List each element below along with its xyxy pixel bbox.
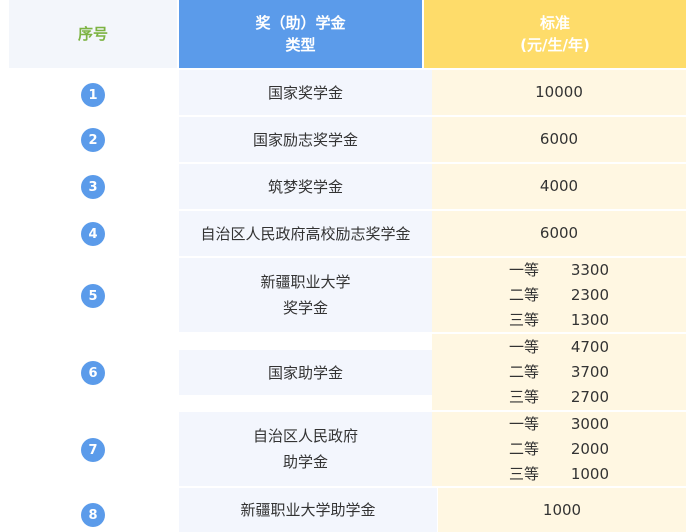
standard-amount: 6000	[539, 224, 579, 242]
row-standard-cell: 一等 3000 二等 2000 三等 1000	[432, 412, 686, 486]
tier-grade: 三等	[509, 387, 540, 406]
row-number-badge: 4	[81, 222, 105, 246]
standard-amount: 4000	[539, 177, 579, 195]
tier-row: 三等 2700	[509, 385, 609, 410]
tier-grade: 三等	[509, 310, 540, 329]
row-standard-cell: 10000	[432, 70, 686, 115]
header-std-line2: (元/生/年)	[520, 36, 590, 54]
row-standard-cell: 一等 3300 二等 2300 三等 1300	[432, 258, 686, 332]
row-number-badge: 6	[81, 361, 105, 385]
row-standard-cell: 6000	[432, 211, 686, 256]
row-type-cell: 自治区人民政府高校励志奖学金	[179, 211, 432, 256]
row-type-cell: 国家助学金	[179, 350, 432, 395]
tier-grade: 二等	[509, 362, 540, 381]
row-type-cell: 新疆职业大学助学金	[179, 488, 437, 532]
row-type-cell: 新疆职业大学 奖学金	[179, 258, 432, 332]
tier-grade: 一等	[509, 337, 540, 356]
tier-row: 二等 2000	[509, 437, 609, 462]
row-number-badge: 7	[81, 438, 105, 462]
tier-grade: 一等	[509, 414, 540, 433]
type-text: 新疆职业大学助学金	[240, 501, 376, 519]
type-text: 国家励志奖学金	[252, 130, 358, 149]
tier-grade: 二等	[509, 439, 540, 458]
tier-row: 二等 2300	[509, 283, 609, 308]
header-serial-number: 序号	[9, 0, 177, 68]
type-text-line1: 自治区人民政府	[252, 427, 358, 445]
row-type-cell: 筑梦奖学金	[179, 164, 432, 209]
tier-amount: 2300	[570, 285, 609, 304]
row-standard-cell: 4000	[432, 164, 686, 209]
type-text: 筑梦奖学金	[267, 177, 343, 196]
tier-row: 三等 1300	[509, 308, 609, 333]
row-number-badge: 2	[81, 128, 105, 152]
standard-amount: 1000	[542, 500, 582, 519]
header-scholarship-type: 奖（助）学金 类型	[179, 0, 422, 68]
row-standard-cell: 6000	[432, 117, 686, 162]
type-text: 国家奖学金	[267, 83, 343, 102]
row-standard-cell: 一等 4700 二等 3700 三等 2700	[432, 334, 686, 410]
header-std-line1: 标准	[539, 14, 570, 32]
tier-amount: 3300	[570, 260, 609, 279]
tier-amount: 3000	[570, 414, 609, 433]
row-type-cell: 自治区人民政府 助学金	[179, 412, 432, 486]
row-type-cell: 国家奖学金	[179, 70, 432, 115]
header-type-line1: 奖（助）学金	[255, 14, 346, 32]
tier-row: 一等 4700	[509, 335, 609, 360]
type-text: 自治区人民政府高校励志奖学金	[200, 224, 411, 243]
tier-grade: 二等	[509, 285, 540, 304]
tier-grade: 一等	[509, 260, 540, 279]
tier-amount: 3700	[570, 362, 609, 381]
tier-row: 三等 1000	[509, 462, 609, 487]
tier-amount: 2700	[570, 387, 609, 406]
row-number-badge: 5	[81, 284, 105, 308]
standard-amount: 6000	[539, 130, 579, 148]
header-standard: 标准 (元/生/年)	[424, 0, 686, 68]
row-number-badge: 1	[81, 83, 105, 107]
row-number-badge: 3	[81, 175, 105, 199]
type-text-line2: 奖学金	[282, 299, 328, 317]
row-standard-cell: 1000	[438, 488, 686, 532]
row-number-badge: 8	[81, 503, 105, 527]
header-type-line2: 类型	[285, 36, 316, 54]
tier-grade: 三等	[509, 464, 540, 483]
header-serial-label: 序号	[77, 25, 108, 43]
tier-amount: 2000	[570, 439, 609, 458]
tier-row: 一等 3300	[509, 258, 609, 283]
type-text-line2: 助学金	[282, 453, 328, 471]
tier-amount: 4700	[570, 337, 609, 356]
tier-row: 二等 3700	[509, 360, 609, 385]
tier-amount: 1300	[570, 310, 609, 329]
type-text-line1: 新疆职业大学	[260, 273, 351, 291]
tier-row: 一等 3000	[509, 412, 609, 437]
row-type-cell: 国家励志奖学金	[179, 117, 432, 162]
type-text: 国家助学金	[267, 363, 343, 382]
standard-amount: 10000	[535, 83, 583, 101]
tier-amount: 1000	[570, 464, 609, 483]
